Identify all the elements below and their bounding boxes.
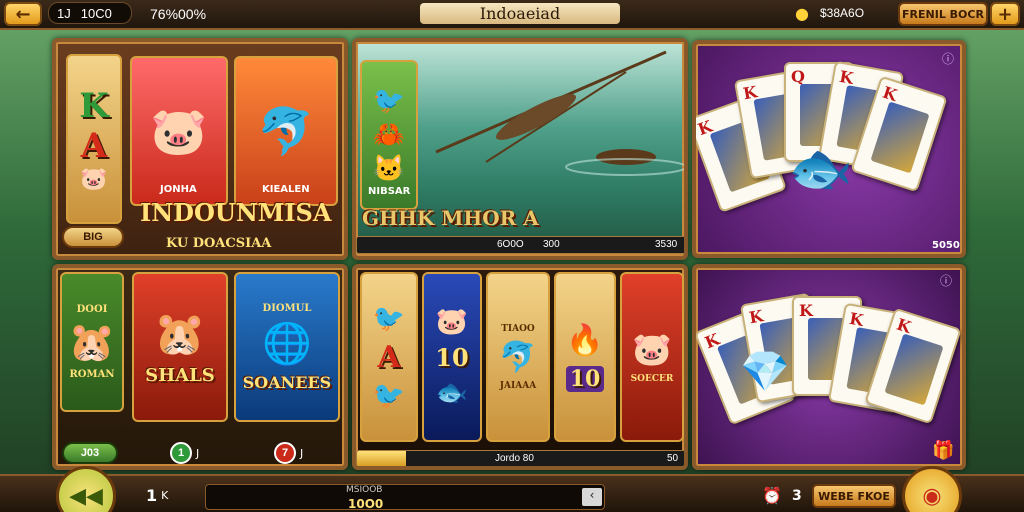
bet-label: MSIOOB: [346, 485, 383, 495]
character-label-left: JONHA: [160, 184, 197, 195]
bet-display: MSIOOB 10O0 ‹: [205, 484, 605, 511]
bird-icon: 🐦: [372, 303, 406, 334]
reel-5-label: SOECER: [630, 374, 674, 384]
credits-value: 10C0: [80, 5, 112, 21]
cat-icon: 🐱: [372, 154, 406, 184]
reel-5: 🐷 SOECER: [620, 272, 684, 442]
level-value: 1J: [57, 5, 71, 21]
chevron-left-icon[interactable]: ‹: [582, 488, 602, 506]
reels-progress-label: Jordo 80: [495, 453, 534, 464]
info-icon[interactable]: ⓘ: [942, 50, 954, 67]
card-game-tile-top[interactable]: K K Q K K 🐟 ⓘ 5050: [692, 40, 966, 258]
card-corner-value: 5050: [932, 240, 960, 251]
dolphin-character-icon: 🐬: [257, 103, 315, 158]
percent-value: 76%00%: [150, 6, 207, 22]
animal-games-tile[interactable]: DOOI 🐹 ROMAN 🐹 SHALS DIOMUL 🌐 SOANEES J0…: [52, 264, 348, 470]
dolphin-icon: 🐬: [499, 339, 537, 375]
hamster-tile-label: ROMAN: [69, 369, 115, 380]
globe-icon: 🌐: [262, 319, 312, 367]
lake-progress-bar: 6O0O 300 3530: [356, 236, 684, 254]
chip-green-suffix: J: [196, 446, 200, 460]
bet-value: 10O0: [348, 497, 384, 511]
reels-progress-end: 50: [667, 453, 679, 464]
arrow-left-icon: ←: [15, 3, 31, 25]
promo-button[interactable]: FRENIL BOCR: [898, 2, 988, 26]
alarm-icon: ⏰: [762, 486, 782, 505]
flame-icon: 🔥: [566, 322, 604, 358]
side-symbol-column: K A 🐷: [66, 54, 122, 224]
slots-subtitle: KU DOACSIAA: [166, 236, 272, 251]
back-button[interactable]: ←: [4, 2, 42, 26]
pig-character-icon: 🐷: [150, 103, 208, 158]
spin-button[interactable]: ◉: [902, 466, 962, 512]
lake-progress-mid: 300: [543, 239, 560, 250]
chip-button-1[interactable]: J03: [62, 442, 118, 464]
fish-icon: 🐟: [435, 377, 469, 408]
add-coins-button[interactable]: +: [990, 2, 1020, 26]
soanees-title: SOANEES: [242, 372, 332, 392]
bird-icon: 🐦: [372, 86, 406, 116]
coin-balance: $38A6O: [820, 6, 865, 20]
reels-progress-fill: [357, 451, 407, 466]
level-number: 1: [146, 486, 158, 505]
lake-game-title: GHHK MHOR A: [362, 206, 539, 230]
gem-icon: 💎: [740, 349, 790, 395]
reel-1: 🐦 A 🐦: [360, 272, 418, 442]
rewind-icon: ◀◀: [69, 483, 103, 509]
reel-2: 🐷 10 🐟: [422, 272, 482, 442]
fishing-game-tile[interactable]: 🐦 🦀 🐱 NIBSAR GHHK MHOR A 6O0O 300 3530: [352, 38, 688, 260]
chip-counter-red[interactable]: 7 J: [274, 442, 303, 464]
symbol-a: A: [80, 126, 108, 166]
chip-red-value: 7: [274, 442, 296, 464]
reel-3-label: JAIAAA: [499, 380, 537, 391]
bird-icon: 🐦: [372, 380, 406, 411]
pig-icon: 🐷: [435, 306, 469, 337]
reels-progress-bar: Jordo 80 50: [356, 450, 684, 466]
hamster-hero-icon: 🐹: [153, 308, 207, 358]
soanees-tile-top: DIOMUL: [262, 302, 312, 314]
character-label-right: KIEALEN: [262, 184, 310, 195]
reel-number: 10: [435, 342, 469, 372]
info-icon[interactable]: ⓘ: [940, 272, 952, 289]
big-button[interactable]: BIG: [62, 226, 124, 248]
hamster-icon: 🐹: [68, 319, 116, 364]
level-credits-pill: 1J 10C0: [48, 2, 132, 24]
shals-tile[interactable]: 🐹 SHALS: [132, 272, 228, 422]
hamster-tile-top: DOOI: [76, 304, 108, 315]
level-indicator: 1 K: [146, 486, 168, 505]
slots-game-tile[interactable]: K A 🐷 🐷 🐬 JONHA KIEALEN INDOUNMISA BIG K…: [52, 38, 348, 260]
plus-icon: +: [997, 3, 1013, 25]
reel-3: TIAOO 🐬 JAIAAA: [486, 272, 550, 442]
reel-4: 🔥 10: [554, 272, 616, 442]
spin-icon: ◉: [922, 483, 942, 509]
lake-symbol-label: NIBSAR: [368, 186, 411, 197]
slots-game-title: INDOUNMISA: [140, 198, 332, 227]
pig-icon: 🐷: [80, 166, 108, 192]
reel-3-top: TIAOO: [501, 323, 535, 334]
reel-bottom-number: 10: [565, 365, 605, 392]
shals-title: SHALS: [145, 364, 215, 386]
chip-red-suffix: J: [300, 446, 304, 460]
crab-icon: 🦀: [372, 120, 406, 150]
symbol-k: K: [79, 86, 109, 126]
fishing-boat-illustration: [435, 50, 684, 176]
hamster-tile[interactable]: DOOI 🐹 ROMAN: [60, 272, 124, 412]
reel-letter: A: [377, 339, 401, 375]
spin-count: 3: [792, 488, 802, 504]
level-suffix: K: [161, 489, 169, 502]
coin-icon: ●: [795, 4, 809, 23]
card-gift-icon[interactable]: 🎁: [932, 440, 954, 461]
soanees-tile[interactable]: DIOMUL 🌐 SOANEES: [234, 272, 340, 422]
pig-icon: 🐷: [632, 330, 672, 368]
chip-green-value: 1: [170, 442, 192, 464]
win-button[interactable]: WEBE FKOE: [812, 484, 896, 508]
rewind-button[interactable]: ◀◀: [56, 466, 116, 512]
card-game-tile-bottom[interactable]: K K K K K 💎 ⓘ 🎁: [692, 264, 966, 470]
reels-game-tile[interactable]: 🐦 A 🐦 🐷 10 🐟 TIAOO 🐬 JAIAAA 🔥 10 🐷 SOECE…: [352, 264, 688, 470]
page-title: Indoaeiad: [420, 3, 620, 24]
fish-icon: 🐟: [788, 139, 853, 199]
chip-counter-green[interactable]: 1 J: [170, 442, 199, 464]
lake-progress-right: 3530: [655, 239, 678, 250]
lake-progress-left: 6O0O: [497, 239, 524, 250]
